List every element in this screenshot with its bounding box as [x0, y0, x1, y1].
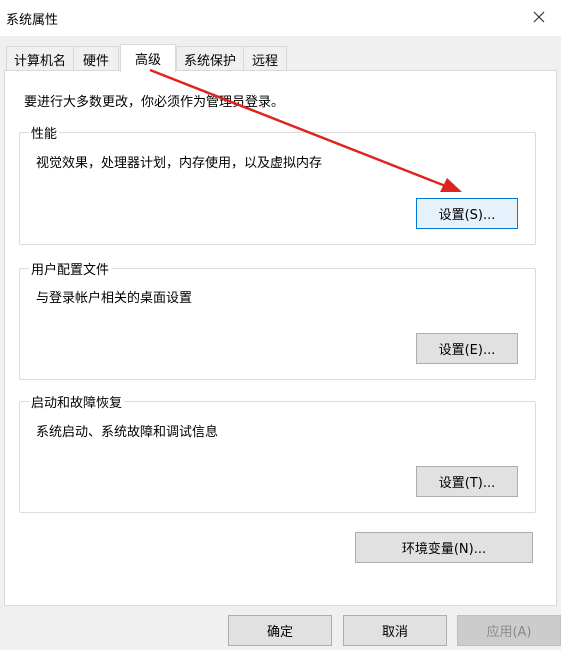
- environment-variables-button[interactable]: 环境变量(N)...: [355, 532, 533, 563]
- performance-settings-button[interactable]: 设置(S)...: [416, 198, 518, 229]
- ok-button[interactable]: 确定: [228, 615, 332, 646]
- apply-button[interactable]: 应用(A): [457, 615, 561, 646]
- window-title: 系统属性: [6, 13, 59, 28]
- tab-system-protection[interactable]: 系统保护: [176, 46, 244, 71]
- group-startup-recovery-title: 启动和故障恢复: [29, 392, 125, 411]
- admin-notice: 要进行大多数更改，你必须作为管理员登录。: [24, 95, 285, 110]
- group-performance-title: 性能: [29, 123, 60, 142]
- cancel-button[interactable]: 取消: [343, 615, 447, 646]
- tab-remote[interactable]: 远程: [243, 46, 287, 71]
- profiles-settings-button[interactable]: 设置(E)...: [416, 333, 518, 364]
- group-performance-description: 视觉效果，处理器计划，内存使用，以及虚拟内存: [36, 156, 323, 171]
- title-bar: 系统属性: [0, 0, 561, 36]
- group-user-profiles-title: 用户配置文件: [29, 259, 112, 278]
- tab-hardware[interactable]: 硬件: [73, 46, 119, 71]
- tab-computer-name[interactable]: 计算机名: [6, 46, 74, 71]
- startup-settings-button[interactable]: 设置(T)...: [416, 466, 518, 497]
- group-user-profiles-description: 与登录帐户相关的桌面设置: [36, 291, 193, 306]
- close-icon: [533, 11, 545, 23]
- tab-advanced[interactable]: 高级: [120, 44, 176, 72]
- group-startup-recovery-description: 系统启动、系统故障和调试信息: [36, 425, 219, 440]
- tab-strip: 计算机名 硬件 高级 系统保护 远程: [0, 44, 561, 72]
- close-button[interactable]: [517, 0, 561, 34]
